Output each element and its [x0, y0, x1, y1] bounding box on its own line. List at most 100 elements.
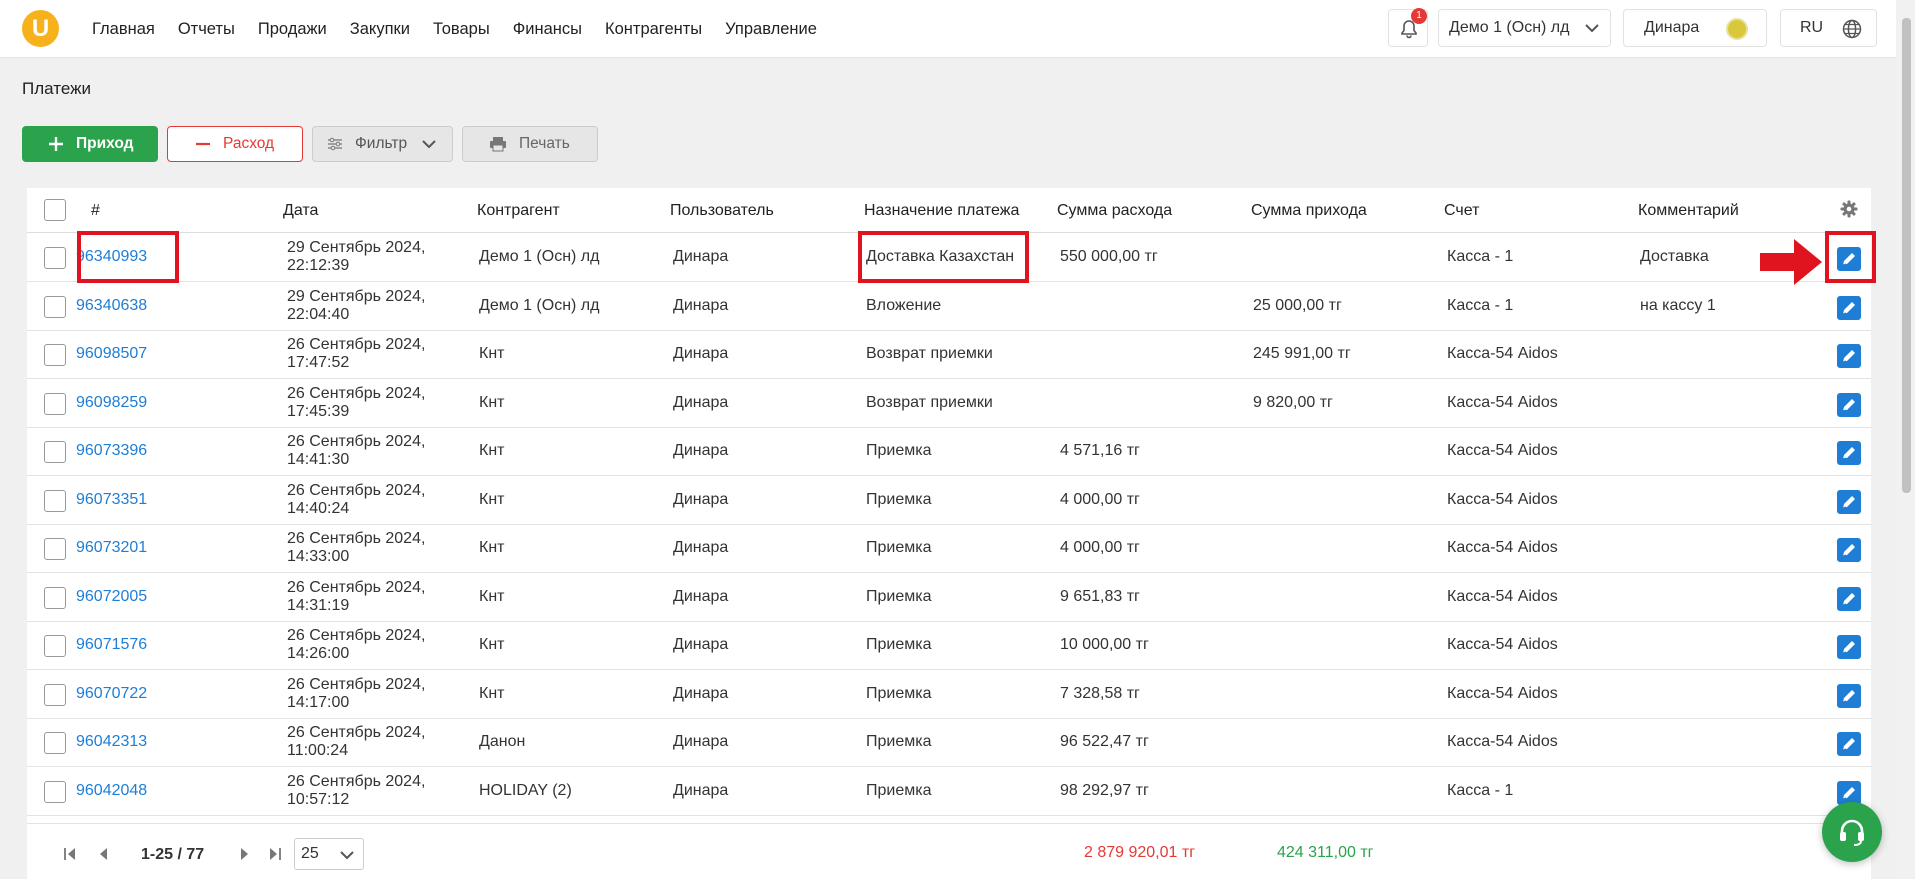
table-row[interactable]: 96098507 26 Сентябрь 2024, 17:47:52 Кнт Дина… [27, 331, 1871, 379]
payment-date-day: 26 Сентябрь 2024, [287, 724, 426, 741]
next-page-icon[interactable] [237, 847, 251, 861]
payment-expense: 4 000,00 тг [1060, 490, 1140, 508]
column-header-income[interactable]: Сумма прихода [1251, 202, 1367, 220]
column-header-expense[interactable]: Сумма расхода [1057, 202, 1172, 220]
table-row[interactable]: 96073201 26 Сентябрь 2024, 14:33:00 Кнт Дина… [27, 525, 1871, 573]
nav-item-goods[interactable]: Товары [433, 20, 490, 39]
edit-icon[interactable] [1837, 780, 1861, 805]
row-checkbox[interactable] [44, 295, 66, 318]
nav-item-counterparties[interactable]: Контрагенты [605, 20, 702, 39]
payment-date-day: 26 Сентябрь 2024, [287, 433, 426, 450]
gear-icon[interactable] [1840, 200, 1858, 218]
filter-button[interactable]: Фильтр [312, 126, 453, 162]
edit-icon[interactable] [1837, 732, 1861, 756]
language-select[interactable]: RU [1780, 9, 1877, 47]
edit-icon[interactable] [1837, 586, 1861, 611]
column-header-user[interactable]: Пользователь [670, 202, 774, 220]
edit-icon[interactable] [1837, 392, 1861, 417]
last-page-icon[interactable] [268, 847, 282, 861]
payment-id-link[interactable]: 96073351 [76, 491, 147, 509]
sliders-icon [327, 137, 343, 151]
main-nav: Главная Отчеты Продажи Закупки Товары Фи… [92, 0, 840, 58]
payment-id-link[interactable]: 96340638 [76, 297, 147, 315]
user-menu[interactable]: Динара [1623, 9, 1767, 47]
highlight-box-id [77, 231, 179, 283]
first-page-icon[interactable] [63, 847, 77, 861]
payment-id-link[interactable]: 96073396 [76, 442, 147, 460]
payment-user: Динара [673, 539, 729, 556]
row-checkbox[interactable] [44, 780, 66, 803]
payment-user: Динара [673, 393, 729, 411]
app-logo[interactable]: U [22, 10, 59, 47]
edit-icon[interactable] [1837, 538, 1861, 562]
nav-item-reports[interactable]: Отчеты [178, 20, 235, 39]
payment-expense: 550 000,00 тг [1060, 248, 1158, 265]
row-checkbox[interactable] [44, 247, 66, 269]
row-checkbox[interactable] [44, 732, 66, 754]
select-all-checkbox[interactable] [44, 199, 66, 221]
payment-counterparty: Демо 1 (Осн) лд [479, 248, 600, 265]
payment-id-link[interactable]: 96073201 [76, 539, 147, 557]
table-row[interactable]: 96073396 26 Сентябрь 2024, 14:41:30 Кнт Дина… [27, 428, 1871, 476]
column-header-date[interactable]: Дата [283, 202, 318, 220]
prev-page-icon[interactable] [97, 847, 111, 861]
column-header-counterparty[interactable]: Контрагент [477, 202, 560, 220]
table-row[interactable]: 96070722 26 Сентябрь 2024, 14:17:00 Кнт Дина… [27, 671, 1871, 719]
payment-id-link[interactable]: 96071576 [76, 636, 147, 654]
edit-icon[interactable] [1837, 489, 1861, 514]
column-header-id: # [91, 202, 100, 219]
row-checkbox[interactable] [44, 586, 66, 609]
column-header-account[interactable]: Счет [1444, 202, 1479, 220]
table-row[interactable]: 96340638 29 Сентябрь 2024, 22:04:40 Демо 1 … [27, 283, 1871, 331]
notifications-button[interactable]: 1 [1388, 8, 1428, 47]
column-header-comment[interactable]: Комментарий [1638, 202, 1739, 220]
row-checkbox[interactable] [44, 538, 66, 560]
print-button[interactable]: Печать [462, 126, 598, 162]
highlight-box-purpose [858, 231, 1029, 283]
table-row[interactable]: 96098259 26 Сентябрь 2024, 17:45:39 Кнт Дина… [27, 380, 1871, 428]
row-checkbox[interactable] [44, 489, 66, 512]
payment-date: 29 Сентябрь 2024, 22:12:39 [287, 239, 425, 275]
payment-account: Касса-54 Aidos [1447, 442, 1558, 459]
payment-purpose: Приемка [866, 587, 932, 605]
edit-icon[interactable] [1837, 344, 1861, 368]
table-row[interactable]: 96071576 26 Сентябрь 2024, 14:26:00 Кнт Дина… [27, 622, 1871, 670]
payment-id-link[interactable]: 96070722 [76, 685, 147, 703]
nav-item-home[interactable]: Главная [92, 20, 155, 39]
support-chat-button[interactable] [1822, 802, 1882, 862]
row-checkbox[interactable] [44, 635, 66, 657]
row-checkbox[interactable] [44, 392, 66, 415]
table-row[interactable]: 96072005 26 Сентябрь 2024, 14:31:19 Кнт Дина… [27, 574, 1871, 622]
table-row[interactable]: 96042313 26 Сентябрь 2024, 11:00:24 Данон Ди… [27, 719, 1871, 767]
edit-icon[interactable] [1837, 635, 1861, 659]
payment-id-link[interactable]: 96042048 [76, 782, 147, 800]
organization-select[interactable]: Демо 1 (Осн) лд [1438, 9, 1611, 47]
nav-item-management[interactable]: Управление [725, 20, 817, 39]
payment-purpose: Приемка [866, 781, 932, 799]
nav-item-purchases[interactable]: Закупки [350, 20, 410, 39]
column-header-purpose[interactable]: Назначение платежа [864, 202, 1019, 220]
payment-id-link[interactable]: 96042313 [76, 733, 147, 751]
payment-purpose: Приемка [866, 684, 932, 702]
filter-button-label: Фильтр [355, 135, 408, 152]
per-page-select[interactable]: 25 [294, 838, 364, 870]
payment-id-link[interactable]: 96072005 [76, 588, 147, 606]
edit-icon[interactable] [1837, 441, 1861, 465]
expense-button[interactable]: Расход [167, 126, 303, 162]
edit-icon[interactable] [1837, 295, 1861, 320]
row-checkbox[interactable] [44, 683, 66, 706]
total-income: 424 311,00 тг [1277, 844, 1374, 861]
payment-id-link[interactable]: 96098259 [76, 394, 147, 412]
income-button[interactable]: Приход [22, 126, 158, 162]
payment-expense: 4 000,00 тг [1060, 539, 1140, 556]
row-checkbox[interactable] [44, 441, 66, 463]
table-row[interactable]: 96042048 26 Сентябрь 2024, 10:57:12 HOLIDAY… [27, 768, 1871, 816]
nav-item-finance[interactable]: Финансы [513, 20, 582, 39]
nav-item-sales[interactable]: Продажи [258, 20, 327, 39]
row-checkbox[interactable] [44, 344, 66, 366]
page-scrollbar-thumb[interactable] [1902, 18, 1911, 493]
payment-date: 26 Сентябрь 2024, 14:17:00 [287, 676, 425, 712]
payment-id-link[interactable]: 96098507 [76, 345, 147, 363]
table-row[interactable]: 96073351 26 Сентябрь 2024, 14:40:24 Кнт Дина… [27, 477, 1871, 525]
edit-icon[interactable] [1837, 683, 1861, 708]
